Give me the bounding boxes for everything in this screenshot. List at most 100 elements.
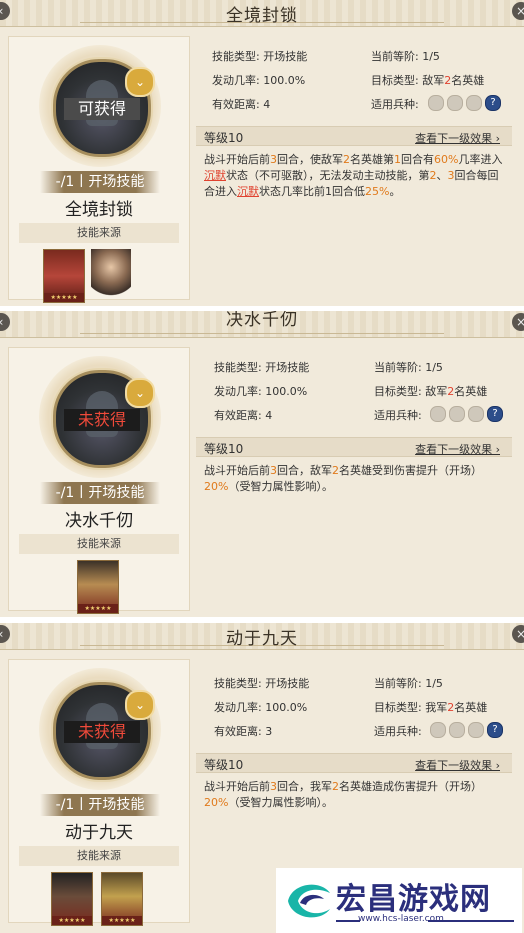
hero-stars: ★★★★★ [44, 293, 84, 302]
skill-type-banner: -/1丨开场技能 [40, 794, 160, 816]
shield-icon [449, 406, 465, 422]
watermark-logo-icon [288, 884, 330, 918]
order-label: 当前等阶: [374, 677, 422, 690]
order-value: 1/5 [425, 361, 443, 374]
troop-label: 适用兵种: [374, 409, 422, 422]
next-level-link[interactable]: 查看下一级效果 › [415, 757, 500, 773]
range-value: 4 [265, 409, 273, 422]
target-label: 目标类型: [374, 701, 422, 714]
hero-portrait[interactable]: ★★★★★ [77, 560, 119, 614]
hero-portrait[interactable] [91, 249, 131, 301]
help-icon[interactable]: ? [485, 95, 501, 111]
level-bar: 等级10 查看下一级效果 › [196, 437, 512, 457]
site-watermark: 宏昌游戏网 www.hcs-laser.com [276, 868, 522, 933]
watermark-title: 宏昌游戏网 [336, 882, 491, 917]
level-label: 等级10 [204, 131, 244, 145]
skill-source-label: 技能来源 [19, 534, 179, 554]
next-level-link[interactable]: 查看下一级效果 › [415, 130, 500, 146]
order-label: 当前等阶: [371, 50, 419, 63]
target-value: 我军 [425, 701, 448, 714]
status-label: 未获得 [64, 721, 140, 743]
skill-source-label: 技能来源 [19, 223, 179, 243]
troop-icons: ? [428, 95, 501, 111]
type-value: 开场技能 [265, 677, 310, 690]
type-label: 技能类型: [214, 361, 262, 374]
close-icon[interactable]: × [512, 313, 524, 331]
panel-title: 决水千仞 [226, 311, 298, 330]
hero-portrait[interactable]: ★★★★★ [43, 249, 85, 303]
bow-icon [466, 95, 482, 111]
skill-card: 可获得 ⌄ -/1丨开场技能 全境封锁 技能来源 ★★★★★ [8, 36, 190, 303]
level-bar: 等级10 查看下一级效果 › [196, 753, 512, 773]
type-value: 开场技能 [265, 361, 310, 374]
range-label: 有效距离: [212, 98, 260, 111]
skill-card: 未获得 ⌄ -/1丨开场技能 决水千仞 技能来源 ★★★★★ [8, 347, 190, 614]
order-value: 1/5 [425, 677, 443, 690]
chevron-down-icon[interactable]: ⌄ [125, 690, 155, 720]
target-unit: 名英雄 [454, 701, 488, 714]
target-label: 目标类型: [374, 385, 422, 398]
skill-type-banner: -/1丨开场技能 [40, 482, 160, 504]
panel-title: 全境封锁 [226, 6, 298, 26]
close-icon[interactable]: × [512, 2, 524, 20]
hero-stars: ★★★★★ [78, 604, 118, 613]
level-bar: 等级10 查看下一级效果 › [196, 126, 512, 146]
range-label: 有效距离: [214, 409, 262, 422]
title-bar: 决水千仞 ‹ × [0, 311, 524, 338]
hero-portrait[interactable]: ★★★★★ [101, 872, 143, 926]
level-label: 等级10 [204, 758, 244, 772]
skill-name: 动于九天 [65, 823, 133, 843]
target-value: 敌军 [425, 385, 448, 398]
troop-label: 适用兵种: [371, 98, 419, 111]
bow-icon [468, 406, 484, 422]
target-value: 敌军 [422, 74, 445, 87]
status-label: 可获得 [64, 98, 140, 120]
hero-stars: ★★★★★ [52, 916, 92, 925]
order-label: 当前等阶: [374, 361, 422, 374]
skill-source-label: 技能来源 [19, 846, 179, 866]
next-level-link[interactable]: 查看下一级效果 › [415, 441, 500, 457]
troop-label: 适用兵种: [374, 725, 422, 738]
title-bar: 动于九天 ‹ × [0, 623, 524, 650]
rate-label: 发动几率: [212, 74, 260, 87]
skill-description: 战斗开始后前3回合，敌军2名英雄受到伤害提升（开场）20%（受智力属性影响）。 [204, 464, 482, 493]
help-icon[interactable]: ? [487, 406, 503, 422]
cavalry-icon [430, 406, 446, 422]
chevron-down-icon[interactable]: ⌄ [125, 67, 155, 97]
shield-icon [447, 95, 463, 111]
rate-label: 发动几率: [214, 385, 262, 398]
skill-name: 决水千仞 [65, 511, 133, 531]
title-bar: 全境封锁 ‹ × [0, 0, 524, 27]
shield-icon [449, 722, 465, 738]
skill-type-banner: -/1丨开场技能 [40, 171, 160, 193]
skill-name: 全境封锁 [65, 200, 133, 220]
type-label: 技能类型: [214, 677, 262, 690]
skill-description: 战斗开始后前3回合，使敌军2名英雄第1回合有60%几率进入沉默状态（不可驱散），… [204, 153, 503, 198]
watermark-url: www.hcs-laser.com [358, 914, 444, 924]
range-value: 3 [265, 725, 273, 738]
level-label: 等级10 [204, 442, 244, 456]
skill-panel-2: 决水千仞 ‹ × 未获得 ⌄ -/1丨开场技能 决水千仞 技能来源 ★★★★★ … [0, 311, 524, 617]
close-icon[interactable]: × [512, 625, 524, 643]
skill-panel-1: 全境封锁 ‹ × 可获得 ⌄ -/1丨开场技能 全境封锁 技能来源 ★★★★★ … [0, 0, 524, 306]
troop-icons: ? [430, 406, 503, 422]
range-label: 有效距离: [214, 725, 262, 738]
bow-icon [468, 722, 484, 738]
rate-value: 100.0% [265, 385, 308, 398]
help-icon[interactable]: ? [487, 722, 503, 738]
order-value: 1/5 [422, 50, 440, 63]
panel-title: 动于九天 [226, 629, 298, 649]
type-label: 技能类型: [212, 50, 260, 63]
rate-label: 发动几率: [214, 701, 262, 714]
target-unit: 名英雄 [451, 74, 485, 87]
status-label: 未获得 [64, 409, 140, 431]
hero-portrait[interactable]: ★★★★★ [51, 872, 93, 926]
skill-description: 战斗开始后前3回合，我军2名英雄造成伤害提升（开场）20%（受智力属性影响）。 [204, 780, 482, 809]
target-unit: 名英雄 [454, 385, 488, 398]
troop-icons: ? [430, 722, 503, 738]
rate-value: 100.0% [265, 701, 308, 714]
type-value: 开场技能 [263, 50, 308, 63]
chevron-down-icon[interactable]: ⌄ [125, 378, 155, 408]
target-label: 目标类型: [371, 74, 419, 87]
hero-stars: ★★★★★ [102, 916, 142, 925]
